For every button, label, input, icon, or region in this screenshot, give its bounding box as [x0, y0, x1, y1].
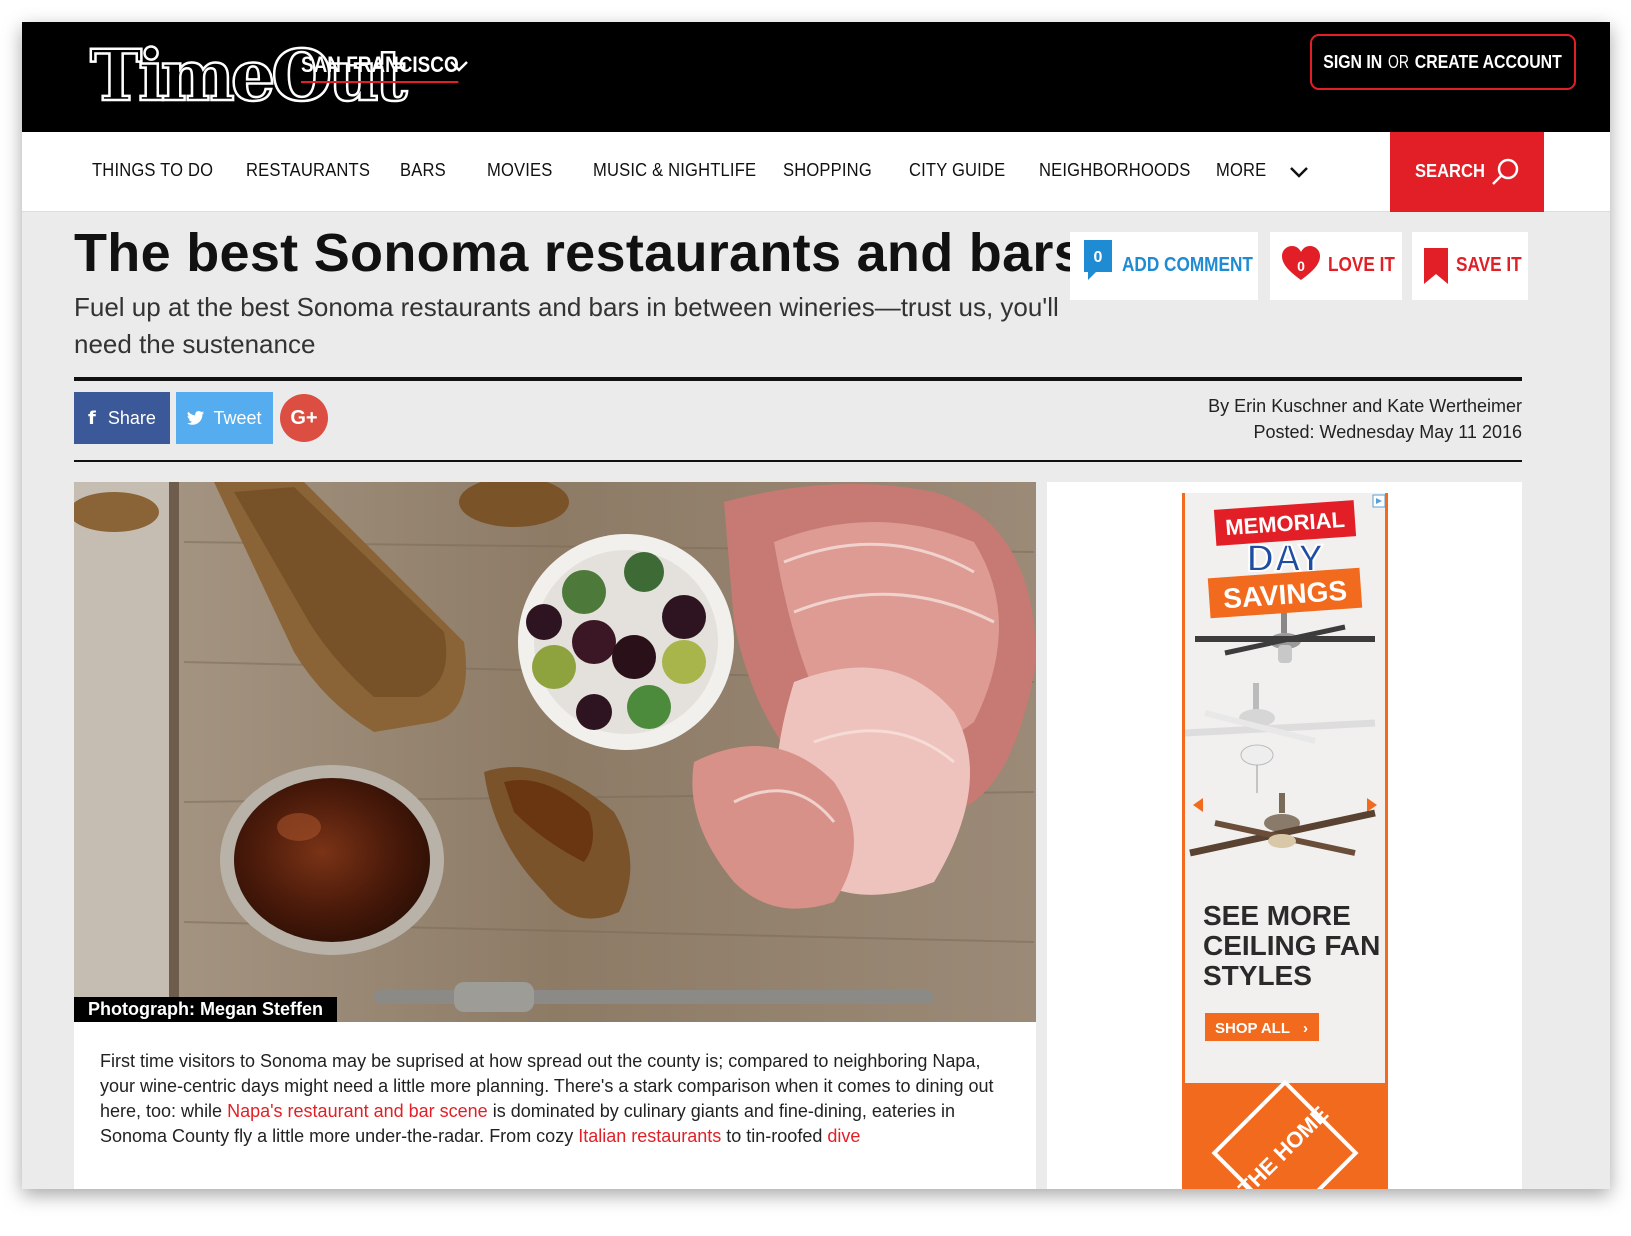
facebook-share-button[interactable]: f Share: [74, 392, 170, 444]
top-bar: TimeOut SAN FRANCISCO SIGN IN OR CREATE …: [22, 22, 1610, 132]
comment-count: 0: [1094, 249, 1103, 266]
divider: [74, 460, 1522, 462]
love-it-label: LOVE IT: [1328, 254, 1395, 276]
home-depot-ad-graphic: MEMORIAL DAY SAVINGS SEE MORE CEILING FA…: [1185, 493, 1385, 1189]
city-selector[interactable]: SAN FRANCISCO: [301, 52, 459, 83]
nav-music-nightlife[interactable]: MUSIC & NIGHTLIFE: [593, 160, 756, 181]
google-plus-button[interactable]: G+: [280, 394, 328, 442]
charcuterie-board-image: [74, 482, 1036, 1022]
love-count: 0: [1297, 258, 1305, 274]
bookmark-icon: [1424, 248, 1448, 284]
chevron-down-icon[interactable]: [447, 56, 471, 76]
facebook-icon: f: [88, 407, 96, 429]
byline: By Erin Kuschner and Kate Wertheimer Pos…: [1208, 393, 1522, 445]
intro-paragraph: First time visitors to Sonoma may be sup…: [100, 1051, 994, 1146]
search-label: SEARCH: [1415, 161, 1485, 181]
dive-bars-link[interactable]: dive: [827, 1126, 860, 1146]
svg-text:SHOP ALL: SHOP ALL: [1215, 1020, 1290, 1037]
svg-text:SEE MORE: SEE MORE: [1203, 900, 1351, 931]
love-it-button[interactable]: 0 LOVE IT: [1270, 232, 1402, 300]
create-account-label: CREATE ACCOUNT: [1415, 51, 1563, 72]
svg-text:STYLES: STYLES: [1203, 960, 1312, 991]
nav-restaurants[interactable]: RESTAURANTS: [246, 160, 370, 181]
advertisement[interactable]: MEMORIAL DAY SAVINGS SEE MORE CEILING FA…: [1182, 493, 1388, 1189]
photo-credit: Photograph: Megan Steffen: [74, 997, 337, 1022]
save-it-button[interactable]: SAVE IT: [1412, 232, 1528, 300]
svg-text:CEILING FAN: CEILING FAN: [1203, 930, 1380, 961]
page-subtitle: Fuel up at the best Sonoma restaurants a…: [74, 292, 1059, 359]
search-button[interactable]: SEARCH: [1390, 132, 1544, 212]
nav-things-to-do[interactable]: THINGS TO DO: [92, 160, 213, 181]
main-nav: THINGS TO DO RESTAURANTS BARS MOVIES MUS…: [22, 132, 1610, 212]
browser-viewport: TimeOut SAN FRANCISCO SIGN IN OR CREATE …: [22, 22, 1610, 1189]
nav-bars[interactable]: BARS: [400, 160, 446, 181]
nav-city-guide[interactable]: CITY GUIDE: [909, 160, 1005, 181]
nav-neighborhoods[interactable]: NEIGHBORHOODS: [1039, 160, 1190, 181]
author-line: By Erin Kuschner and Kate Wertheimer: [1208, 396, 1522, 416]
posted-date: Posted: Wednesday May 11 2016: [1253, 422, 1522, 442]
italian-restaurants-link[interactable]: Italian restaurants: [578, 1126, 721, 1146]
signin-button[interactable]: SIGN IN OR CREATE ACCOUNT: [1310, 34, 1576, 90]
google-plus-icon: G+: [290, 406, 318, 429]
article-body: First time visitors to Sonoma may be sup…: [74, 1022, 1036, 1189]
signin-label: SIGN IN: [1323, 51, 1383, 72]
twitter-tweet-label: Tweet: [213, 407, 262, 428]
nav-movies[interactable]: MOVIES: [487, 160, 553, 181]
search-icon: [1492, 158, 1519, 185]
heart-icon: 0: [1282, 246, 1320, 280]
signin-or: OR: [1384, 51, 1414, 72]
divider: [74, 377, 1522, 381]
sidebar: MEMORIAL DAY SAVINGS SEE MORE CEILING FA…: [1047, 482, 1522, 1189]
add-comment-button[interactable]: 0 ADD COMMENT: [1070, 232, 1258, 300]
comment-icon: 0: [1084, 240, 1112, 280]
nav-shopping[interactable]: SHOPPING: [783, 160, 872, 181]
svg-text:›: ›: [1303, 1020, 1308, 1037]
twitter-tweet-button[interactable]: Tweet: [176, 392, 273, 444]
nav-more[interactable]: MORE: [1216, 160, 1266, 181]
hero-image: [74, 482, 1036, 1022]
page-title: The best Sonoma restaurants and bars: [74, 223, 1085, 283]
save-it-label: SAVE IT: [1456, 254, 1522, 276]
add-comment-label: ADD COMMENT: [1122, 254, 1253, 276]
chevron-down-icon[interactable]: [1288, 164, 1310, 180]
facebook-share-label: Share: [107, 407, 156, 428]
twitter-bird-icon: [187, 411, 205, 425]
napa-link[interactable]: Napa's restaurant and bar scene: [227, 1101, 488, 1121]
